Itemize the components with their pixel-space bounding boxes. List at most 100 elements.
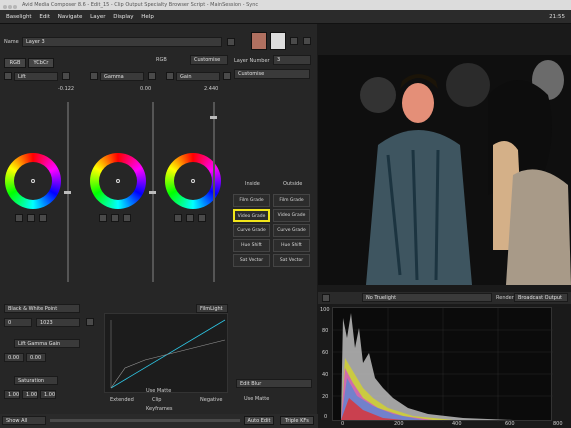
- gain-reset-icon[interactable]: [223, 72, 231, 80]
- keyframe-bar: Show All Keyframes Auto Edit Triple KFs: [0, 406, 318, 428]
- triple-kfs-button[interactable]: Triple KFs: [280, 416, 314, 425]
- lift-copy-icon[interactable]: [15, 214, 23, 222]
- inside-hue-shift[interactable]: Hue Shift: [233, 239, 270, 252]
- render-label: Render: [496, 295, 514, 301]
- outside-hue-shift[interactable]: Hue Shift: [273, 239, 310, 252]
- white-point-field[interactable]: 1023: [36, 318, 80, 327]
- gain-delete-icon[interactable]: [198, 214, 206, 222]
- menu-display[interactable]: Display: [113, 10, 133, 24]
- image-viewer[interactable]: [318, 55, 571, 285]
- sat-value-1[interactable]: 1.00: [4, 390, 20, 399]
- lift-value[interactable]: -0.122: [58, 86, 74, 92]
- layer-number-label: Layer Number: [234, 58, 270, 64]
- outside-film-grade[interactable]: Film Grade: [273, 194, 310, 207]
- gamma-copy-icon[interactable]: [99, 214, 107, 222]
- layer-icon[interactable]: [290, 37, 298, 45]
- scope-menu-icon[interactable]: [322, 294, 330, 302]
- option-clip[interactable]: Clip: [152, 397, 161, 403]
- scope-y-tick-100: 100: [320, 307, 330, 313]
- lift-edit-icon[interactable]: [27, 214, 35, 222]
- gamma-slider-knob[interactable]: [149, 191, 156, 194]
- inside-header: Inside: [245, 181, 260, 187]
- inside-sat-vector[interactable]: Sat Vector: [233, 254, 270, 267]
- option-extended[interactable]: Extended: [110, 397, 134, 403]
- gain-edit-icon[interactable]: [186, 214, 194, 222]
- black-white-point-dropdown[interactable]: Black & White Point: [4, 304, 80, 313]
- gamma-link-icon[interactable]: [90, 72, 98, 80]
- viewer-frame: [318, 55, 571, 285]
- outside-video-grade[interactable]: Video Grade: [273, 209, 310, 222]
- menu-layer[interactable]: Layer: [90, 10, 105, 24]
- scope-y-tick-20: 20: [322, 394, 329, 400]
- gain-copy-icon[interactable]: [174, 214, 182, 222]
- window-title-bar: Avid Media Composer 8.6 - Edit_15 - Clip…: [0, 0, 571, 10]
- edit-blur-dropdown[interactable]: Edit Blur: [236, 379, 312, 388]
- outside-curve-grade[interactable]: Curve Grade: [273, 224, 310, 237]
- thumbnail-icon[interactable]: [251, 32, 267, 50]
- customise-dropdown[interactable]: Customise: [234, 69, 310, 79]
- inside-curve-grade[interactable]: Curve Grade: [233, 224, 270, 237]
- lift-dropdown[interactable]: Lift: [14, 72, 58, 81]
- name-field[interactable]: Layer 3: [22, 37, 222, 47]
- menu-navigate[interactable]: Navigate: [58, 10, 83, 24]
- filmlight-dropdown[interactable]: FilmLight: [196, 304, 228, 313]
- lift-reset-icon[interactable]: [62, 72, 70, 80]
- gamma-color-wheel[interactable]: [90, 153, 146, 209]
- option-negative[interactable]: Negative: [200, 397, 222, 403]
- truelight-dropdown[interactable]: No Truelight: [362, 293, 492, 302]
- menu-bar: Baselight Edit Navigate Layer Display He…: [0, 10, 571, 24]
- saturation-dropdown[interactable]: Saturation: [14, 376, 58, 385]
- layer-number-field[interactable]: 3: [273, 55, 311, 65]
- scope-header: No Truelight Render Broadcast Output: [318, 292, 571, 304]
- gamma-edit-icon[interactable]: [111, 214, 119, 222]
- inside-video-grade[interactable]: Video Grade: [233, 209, 270, 222]
- stack-icon[interactable]: [303, 37, 311, 45]
- gain-value[interactable]: 2.440: [204, 86, 218, 92]
- lgg-value-2[interactable]: 0.00: [26, 353, 46, 362]
- sat-value-3[interactable]: 1.00: [40, 390, 56, 399]
- inside-film-grade[interactable]: Film Grade: [233, 194, 270, 207]
- gain-link-icon[interactable]: [166, 72, 174, 80]
- preset-dropdown[interactable]: Customise: [190, 55, 228, 65]
- gamma-dropdown[interactable]: Gamma: [100, 72, 144, 81]
- outside-header: Outside: [283, 181, 303, 187]
- show-all-dropdown[interactable]: Show All: [2, 416, 46, 425]
- scope-y-tick-80: 80: [322, 328, 329, 334]
- tab-rgb[interactable]: RGB: [4, 58, 26, 68]
- histogram-scope[interactable]: [332, 307, 553, 422]
- gamma-delete-icon[interactable]: [123, 214, 131, 222]
- sat-value-2[interactable]: 1.00: [22, 390, 38, 399]
- gain-slider[interactable]: [213, 102, 215, 282]
- outside-sat-vector[interactable]: Sat Vector: [273, 254, 310, 267]
- gamma-reset-icon[interactable]: [148, 72, 156, 80]
- menu-baselight[interactable]: Baselight: [6, 10, 32, 24]
- lift-link-icon[interactable]: [4, 72, 12, 80]
- gain-slider-knob[interactable]: [210, 116, 217, 119]
- scope-x-tick-200: 200: [394, 421, 404, 427]
- keyframe-track[interactable]: [50, 419, 240, 422]
- use-matte-label-2[interactable]: Use Matte: [244, 396, 269, 402]
- window-title: Avid Media Composer 8.6 - Edit_15 - Clip…: [22, 2, 259, 8]
- name-label: Name: [4, 39, 19, 45]
- lift-delete-icon[interactable]: [39, 214, 47, 222]
- lift-gamma-gain-dropdown[interactable]: Lift Gamma Gain: [14, 339, 80, 348]
- curve-graph[interactable]: [104, 313, 228, 393]
- menu-help[interactable]: Help: [141, 10, 154, 24]
- keyframes-label: Keyframes: [146, 406, 173, 412]
- menu-edit[interactable]: Edit: [39, 10, 50, 24]
- black-point-field[interactable]: 0: [4, 318, 32, 327]
- delete-icon[interactable]: [227, 38, 235, 46]
- lgg-value-1[interactable]: 0.00: [4, 353, 24, 362]
- gamma-value[interactable]: 0.00: [140, 86, 151, 92]
- lift-color-wheel[interactable]: [5, 153, 61, 209]
- bw-reset-icon[interactable]: [86, 318, 94, 326]
- use-matte-label[interactable]: Use Matte: [146, 388, 171, 394]
- histogram-plot: [333, 308, 553, 422]
- auto-edit-button[interactable]: Auto Edit: [244, 416, 274, 425]
- gain-dropdown[interactable]: Gain: [176, 72, 220, 81]
- tab-ycbcr[interactable]: YCbCr: [28, 58, 54, 68]
- lift-slider-knob[interactable]: [64, 191, 71, 194]
- system-clock: 21:55: [549, 14, 565, 20]
- render-dropdown[interactable]: Broadcast Output: [514, 293, 568, 302]
- person-icon[interactable]: [270, 32, 286, 50]
